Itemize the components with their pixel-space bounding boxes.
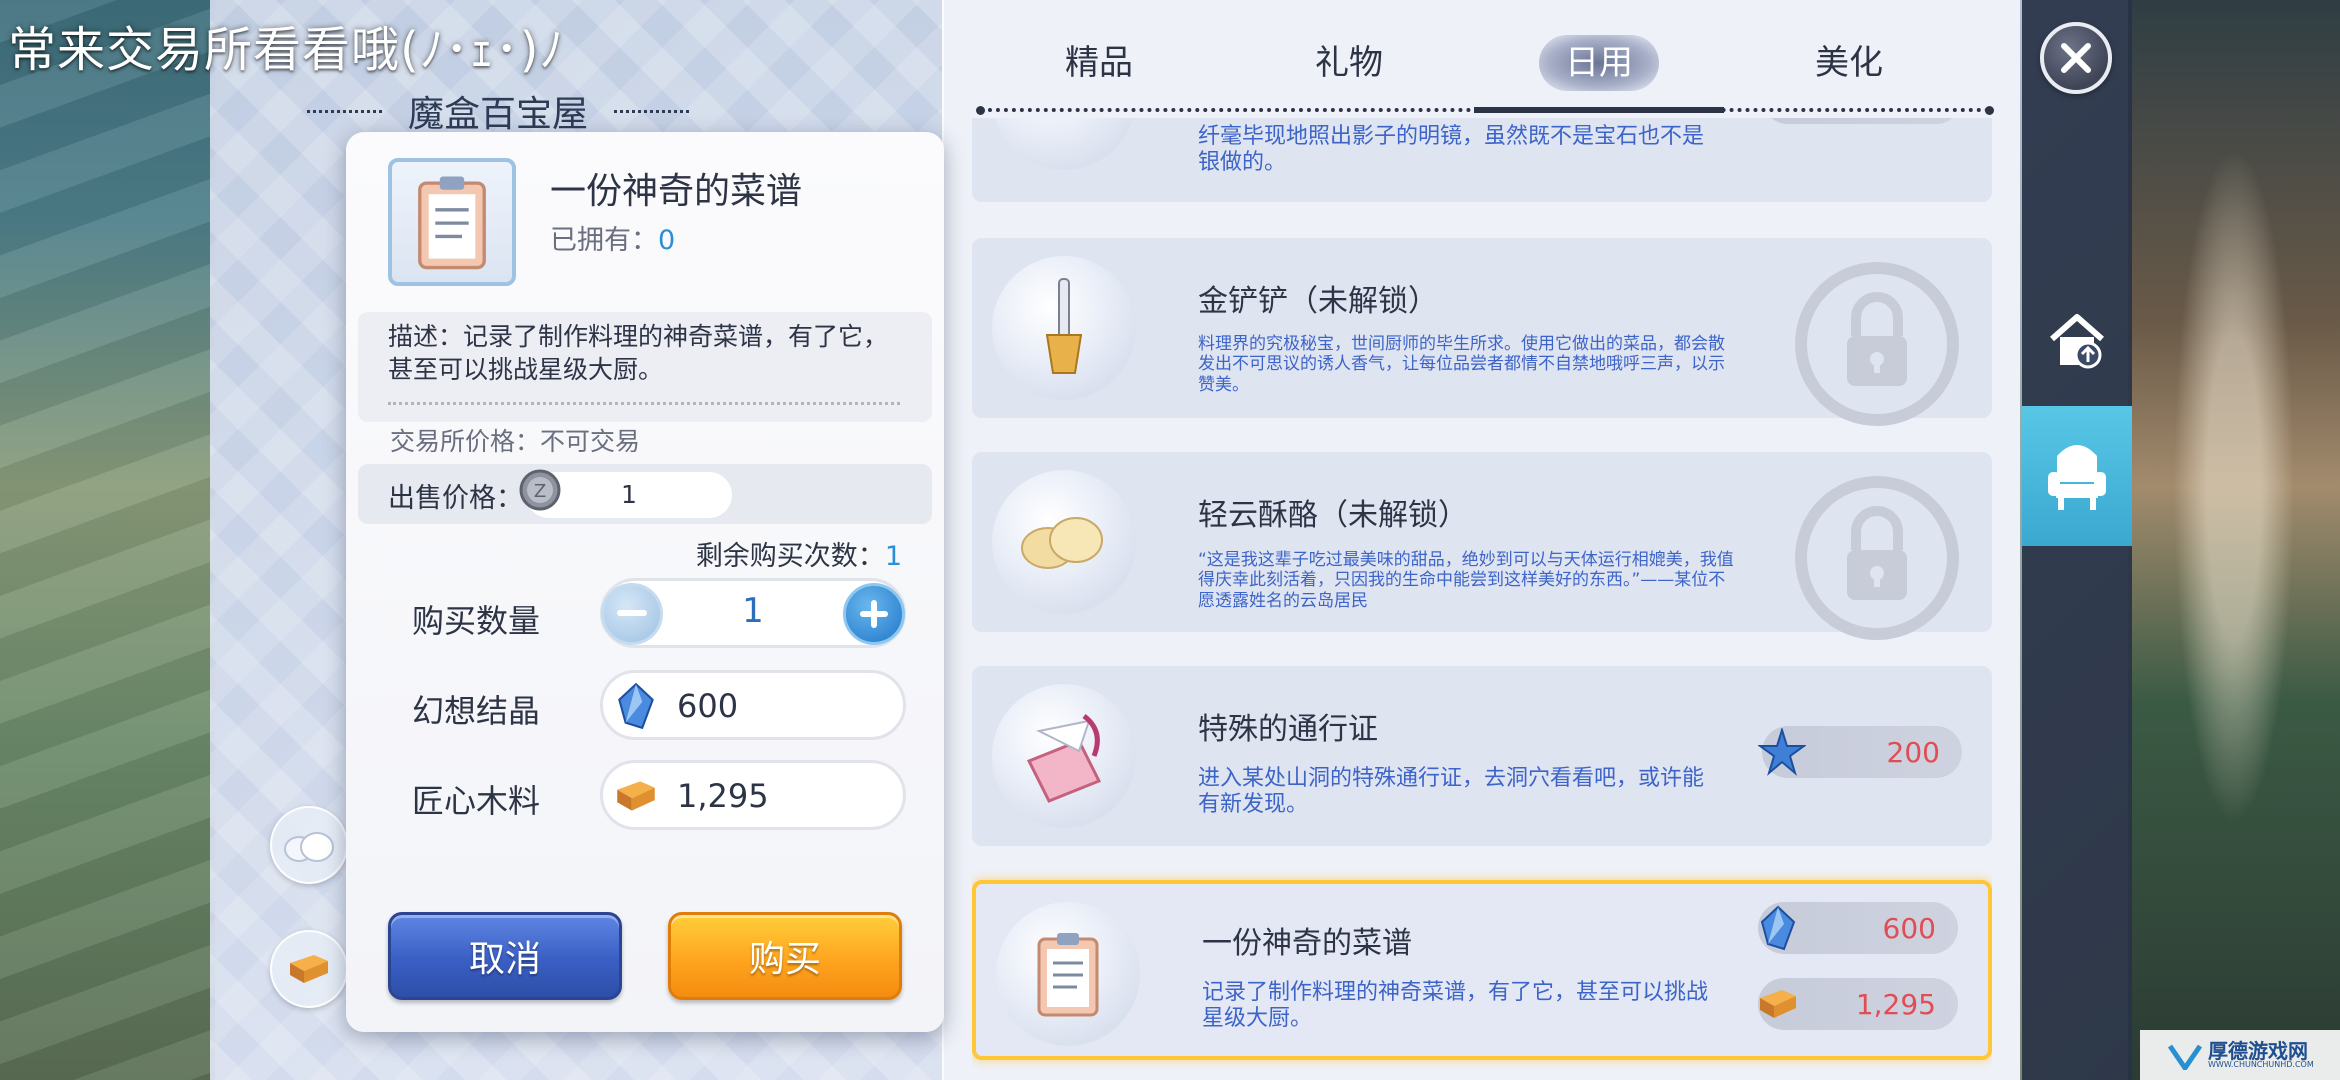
price-value: 600 xyxy=(1882,911,1936,945)
buy-button[interactable]: 购买 xyxy=(668,912,902,1000)
scenery-right xyxy=(2128,0,2340,1080)
price-value: 1,295 xyxy=(1855,987,1936,1021)
item-name: 金铲铲（未解锁） xyxy=(1198,284,1438,319)
item-list[interactable]: 纤毫毕现地照出影子的明镜，虽然既不是宝石也不是银做的。 金铲铲（未解锁） 料理界… xyxy=(972,118,1992,1080)
wood-material-icon xyxy=(617,781,655,811)
recipe-clipboard-icon xyxy=(418,176,486,270)
special-pass-icon xyxy=(992,684,1136,828)
shop-title-bar: 魔盒百宝屋 xyxy=(278,86,718,136)
title-dots-right xyxy=(614,109,689,113)
title-dots-left xyxy=(306,109,382,113)
item-description: “这是我这辈子吃过最美味的甜品，绝妙到可以与天体运行相媲美，我值得庆幸此刻活着，… xyxy=(1198,550,1734,611)
item-name: 轻云酥酪（未解锁） xyxy=(1198,498,1468,533)
price-pill-wood: 1,295 xyxy=(1758,978,1958,1030)
list-item-golden-spatula[interactable]: 金铲铲（未解锁） 料理界的究极秘宝，世间厨师的毕生所求。使用它做出的菜品，都会散… xyxy=(972,238,1992,426)
tab-gifts[interactable]: 礼物 xyxy=(1224,28,1474,113)
cancel-button[interactable]: 取消 xyxy=(388,912,622,1000)
item-name: 特殊的通行证 xyxy=(1198,712,1378,747)
shop-title: 魔盒百宝屋 xyxy=(407,94,588,135)
cost-wood-label: 匠心木料 xyxy=(412,782,541,820)
close-icon xyxy=(2061,43,2091,73)
hint-banner: 常来交易所看看哦(ﾉ･ｪ･)ﾉ xyxy=(8,22,565,78)
cost-crystal-field: 600 xyxy=(600,670,906,740)
item-description: 记录了制作料理的神奇菜谱，有了它，甚至可以挑战星级大厨。 xyxy=(1202,980,1709,1032)
tab-daily[interactable]: 日用 xyxy=(1474,28,1724,113)
furniture-shop-button[interactable] xyxy=(2022,406,2132,546)
trade-price-label: 交易所价格：不可交易 xyxy=(390,427,641,456)
site-watermark: 厚德游戏网 WWW.CHUNCHUNHD.COM xyxy=(2140,1030,2340,1080)
plus-icon xyxy=(860,600,888,628)
mirror-thumbnail xyxy=(992,118,1136,170)
lock-icon xyxy=(1792,256,1962,426)
price-value: 200 xyxy=(1886,735,1940,769)
cost-wood-field: 1,295 xyxy=(600,760,906,830)
tab-decoration[interactable]: 美化 xyxy=(1724,28,1974,113)
home-upgrade-button[interactable] xyxy=(2022,270,2132,410)
fantasy-crystal-icon xyxy=(1760,905,1796,951)
owned-count: 已拥有：0 xyxy=(550,225,676,256)
blue-star-crystal-icon xyxy=(1758,728,1806,776)
divider xyxy=(388,402,900,405)
sell-price-row: 出售价格： 1 Z xyxy=(358,464,932,524)
price-pill-crystal: 600 xyxy=(1758,902,1958,954)
item-description: 料理界的究极秘宝，世间厨师的毕生所求。使用它做出的菜品，都会散发出不可思议的诱人… xyxy=(1198,334,1725,395)
category-tabs: 精品 礼物 日用 美化 xyxy=(974,28,1974,113)
remaining-purchases: 剩余购买次数：1 xyxy=(695,541,902,572)
wood-material-icon xyxy=(270,930,348,1008)
house-icon xyxy=(2050,314,2104,369)
tabs-divider xyxy=(976,106,1994,115)
quantity-label: 购买数量 xyxy=(412,602,541,640)
quantity-stepper: 1 xyxy=(600,578,906,648)
item-description-box: 描述：记录了制作料理的神奇菜谱，有了它，甚至可以挑战星级大厨。 xyxy=(358,312,932,422)
site-logo-icon xyxy=(2168,1044,2202,1070)
cost-wood-value: 1,295 xyxy=(677,777,769,815)
wood-material-icon xyxy=(1760,990,1796,1018)
price-pill: 200 xyxy=(1758,726,1962,778)
cost-crystal-value: 600 xyxy=(677,687,739,725)
svg-text:Z: Z xyxy=(534,481,546,502)
golden-spatula-icon xyxy=(992,256,1136,400)
tab-premium[interactable]: 精品 xyxy=(974,28,1224,113)
item-icon-frame xyxy=(388,158,516,286)
cloud-dessert-icon xyxy=(992,470,1136,614)
cost-crystal-label: 幻想结晶 xyxy=(412,692,541,730)
list-item-cloud-dessert[interactable]: 轻云酥酪（未解锁） “这是我这辈子吃过最美味的甜品，绝妙到可以与天体运行相媲美，… xyxy=(972,452,1992,640)
increment-button[interactable] xyxy=(843,583,905,645)
purchase-dialog: 一份神奇的菜谱 已拥有：0 描述：记录了制作料理的神奇菜谱，有了它，甚至可以挑战… xyxy=(346,132,944,1032)
close-button[interactable] xyxy=(2040,22,2112,94)
list-item-mirror[interactable]: 纤毫毕现地照出影子的明镜，虽然既不是宝石也不是银做的。 xyxy=(972,118,1992,202)
side-nav xyxy=(2022,0,2132,1080)
price-pill xyxy=(1762,118,1962,124)
item-description: 纤毫毕现地照出影子的明镜，虽然既不是宝石也不是银做的。 xyxy=(1198,124,1705,176)
dialog-item-name: 一份神奇的菜谱 xyxy=(550,171,803,212)
zeny-coin-icon: Z xyxy=(519,469,561,511)
recipe-clipboard-icon xyxy=(996,902,1140,1046)
scenery-left xyxy=(0,0,215,1080)
list-item-magic-recipe[interactable]: 一份神奇的菜谱 记录了制作料理的神奇菜谱，有了它，甚至可以挑战星级大厨。 600… xyxy=(972,880,1992,1060)
item-name: 一份神奇的菜谱 xyxy=(1202,926,1412,961)
fantasy-crystal-icon xyxy=(618,682,654,730)
item-description: 进入某处山洞的特殊通行证，去洞穴看看吧，或许能有新发现。 xyxy=(1198,766,1705,818)
list-item-special-pass[interactable]: 特殊的通行证 进入某处山洞的特殊通行证，去洞穴看看吧，或许能有新发现。 200 xyxy=(972,666,1992,846)
lock-icon xyxy=(1792,470,1962,640)
armchair-icon xyxy=(2048,445,2106,510)
shop-catalog-panel: 精品 礼物 日用 美化 纤毫毕现地照出影子的明镜，虽然既不是宝石也不是银做的。 … xyxy=(942,0,2020,1080)
cloud-dessert-icon xyxy=(270,806,348,884)
